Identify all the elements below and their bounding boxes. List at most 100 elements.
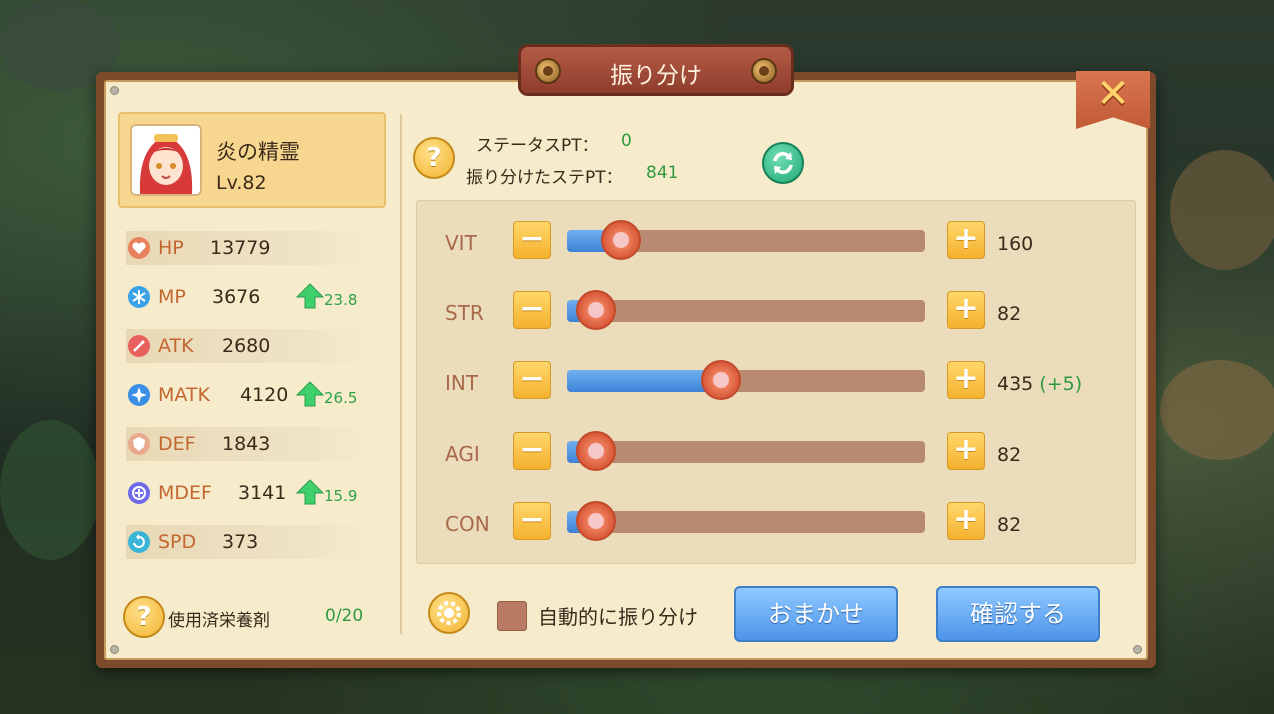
attribute-row-vit: VIT − + 160	[417, 213, 1135, 269]
attribute-name: VIT	[445, 231, 477, 255]
character-avatar	[130, 124, 202, 196]
corner-rivet	[1133, 645, 1142, 654]
status-pt-value: 0	[621, 131, 632, 151]
stat-value: 3141	[238, 482, 287, 504]
auto-allocate-label: 自動的に振り分け	[538, 605, 698, 629]
decrease-con-button[interactable]: −	[513, 502, 551, 540]
decrease-str-button[interactable]: −	[513, 291, 551, 329]
attribute-row-agi: AGI − + 82	[417, 424, 1135, 480]
attribute-value: 160	[997, 233, 1033, 255]
attribute-slider[interactable]	[567, 501, 925, 541]
stat-bonus: 23.8	[324, 291, 358, 309]
sword-icon	[128, 335, 150, 357]
attribute-name: AGI	[445, 442, 480, 466]
gear-icon	[437, 601, 461, 625]
attribute-value-number: 82	[997, 514, 1022, 536]
attribute-slider[interactable]	[567, 360, 925, 400]
attribute-value-number: 435	[997, 373, 1034, 395]
stat-row-hp: HP 13779	[126, 231, 376, 265]
background-rock	[0, 420, 100, 560]
status-pt-label: ステータスPT：	[476, 136, 599, 156]
slider-fill	[567, 370, 721, 392]
stat-row-atk: ATK 2680	[126, 329, 376, 363]
background-rock	[1170, 150, 1274, 270]
stat-row-mp: MP 3676 23.8	[126, 280, 376, 314]
refresh-button[interactable]	[762, 142, 804, 184]
attribute-value: 82	[997, 303, 1021, 325]
attribute-row-con: CON − + 82	[417, 494, 1135, 550]
stat-bonus: 26.5	[324, 389, 358, 407]
arrow-up-icon	[296, 283, 324, 309]
stat-label: MDEF	[158, 482, 212, 504]
slider-knob[interactable]	[700, 360, 741, 400]
slider-knob[interactable]	[575, 431, 616, 471]
attribute-value: 82	[997, 444, 1021, 466]
attribute-slider[interactable]	[567, 290, 925, 330]
slider-knob[interactable]	[575, 501, 616, 541]
attribute-row-int: INT − + 435 (+5)	[417, 353, 1135, 409]
confirm-button[interactable]: 確認する	[936, 586, 1100, 642]
increase-con-button[interactable]: +	[947, 502, 985, 540]
stat-label: HP	[158, 237, 184, 259]
increase-vit-button[interactable]: +	[947, 221, 985, 259]
settings-button[interactable]	[428, 592, 470, 634]
attribute-slider-panel: VIT − + 160 STR − + 82 INT − + 435 (+5) …	[416, 200, 1136, 564]
attribute-value: 435 (+5)	[997, 373, 1082, 395]
stat-bonus: 15.9	[324, 487, 358, 505]
magic-shield-icon	[128, 482, 150, 504]
slider-knob[interactable]	[600, 220, 641, 260]
character-name: 炎の精霊	[216, 140, 300, 164]
snowflake-icon	[128, 286, 150, 308]
attribute-row-str: STR − + 82	[417, 283, 1135, 339]
allocated-pt-label: 振り分けたステPT：	[466, 168, 623, 188]
increase-str-button[interactable]: +	[947, 291, 985, 329]
attribute-bonus: (+5)	[1033, 373, 1083, 395]
corner-rivet	[110, 645, 119, 654]
attribute-name: INT	[445, 371, 479, 395]
stat-value: 373	[222, 531, 259, 553]
attribute-slider[interactable]	[567, 431, 925, 471]
attribute-slider[interactable]	[567, 220, 925, 260]
increase-int-button[interactable]: +	[947, 361, 985, 399]
decrease-agi-button[interactable]: −	[513, 432, 551, 470]
stat-value: 1843	[222, 433, 271, 455]
divider	[400, 114, 402, 634]
potion-label: 使用済栄養剤	[168, 611, 270, 631]
character-level: Lv.82	[216, 172, 267, 194]
points-help-button[interactable]: ?	[413, 137, 455, 179]
stat-value: 3676	[212, 286, 261, 308]
attribute-name: STR	[445, 301, 484, 325]
dialog-title-plate: 振り分け	[518, 44, 794, 96]
slider-knob[interactable]	[575, 290, 616, 330]
auto-allocate-checkbox[interactable]	[497, 601, 527, 631]
star-icon	[128, 384, 150, 406]
character-card: 炎の精霊 Lv.82	[118, 112, 386, 208]
arrow-up-icon	[296, 479, 324, 505]
attribute-value-number: 82	[997, 303, 1022, 325]
stat-label: SPD	[158, 531, 197, 553]
refresh-icon	[773, 152, 793, 174]
allocated-pt-value: 841	[646, 163, 679, 183]
stat-label: MATK	[158, 384, 210, 406]
attribute-value-number: 160	[997, 233, 1034, 255]
potion-help-button[interactable]: ?	[123, 596, 165, 638]
stat-value: 13779	[210, 237, 271, 259]
decrease-int-button[interactable]: −	[513, 361, 551, 399]
attribute-value-number: 82	[997, 444, 1022, 466]
stat-label: MP	[158, 286, 186, 308]
attribute-value: 82	[997, 514, 1021, 536]
shield-icon	[128, 433, 150, 455]
background-rock	[1160, 360, 1274, 460]
decrease-vit-button[interactable]: −	[513, 221, 551, 259]
potion-value: 0/20	[325, 606, 364, 626]
stat-row-mdef: MDEF 3141 15.9	[126, 476, 376, 510]
attribute-name: CON	[445, 512, 490, 536]
stat-label: ATK	[158, 335, 194, 357]
stat-row-def: DEF 1843	[126, 427, 376, 461]
speed-icon	[128, 531, 150, 553]
increase-agi-button[interactable]: +	[947, 432, 985, 470]
omakase-button[interactable]: おまかせ	[734, 586, 898, 642]
rivet-icon	[751, 58, 777, 84]
corner-rivet	[110, 86, 119, 95]
stat-row-spd: SPD 373	[126, 525, 376, 559]
